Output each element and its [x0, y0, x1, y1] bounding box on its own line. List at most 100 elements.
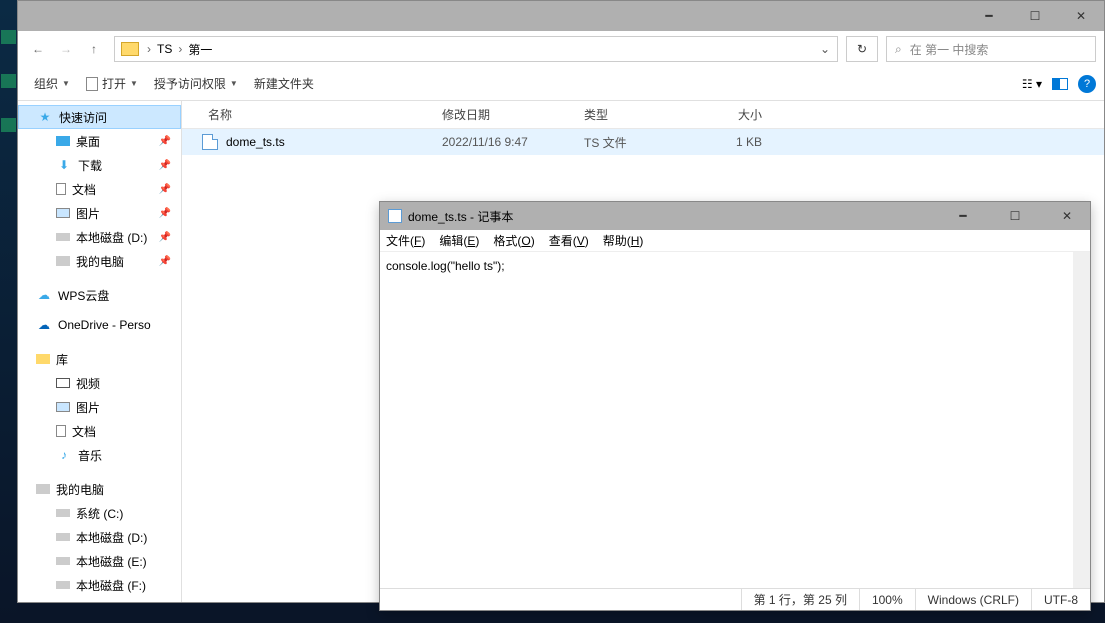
- sidebar-thispc[interactable]: 我的电脑: [18, 477, 181, 501]
- search-placeholder: 在 第一 中搜索: [910, 41, 989, 58]
- document-icon: [56, 425, 66, 437]
- column-header-row: 名称 修改日期 类型 大小: [182, 101, 1104, 129]
- pin-icon: 📌: [159, 160, 171, 171]
- status-eol: Windows (CRLF): [915, 589, 1031, 610]
- document-icon: [86, 77, 98, 91]
- folder-icon: [121, 42, 139, 56]
- col-name[interactable]: 名称: [182, 106, 442, 123]
- view-options-icon[interactable]: ☷ ▾: [1022, 77, 1042, 91]
- organize-menu[interactable]: 组织▼: [26, 75, 78, 92]
- status-zoom: 100%: [859, 589, 915, 610]
- sidebar-downloads[interactable]: ⬇下载📌: [18, 153, 181, 177]
- pc-icon: [36, 484, 50, 494]
- sidebar-lib-docs[interactable]: 文档: [18, 419, 181, 443]
- document-icon: [56, 183, 66, 195]
- pin-icon: 📌: [159, 232, 171, 243]
- sidebar-disk-d[interactable]: 本地磁盘 (D:)📌: [18, 225, 181, 249]
- open-menu[interactable]: 打开▼: [78, 75, 146, 92]
- minimize-button[interactable]: ━: [940, 201, 986, 231]
- sidebar-pictures[interactable]: 图片📌: [18, 201, 181, 225]
- preview-pane-icon[interactable]: [1052, 78, 1068, 90]
- sidebar-drive-f[interactable]: 本地磁盘 (F:): [18, 573, 181, 597]
- search-icon: ⌕: [895, 42, 902, 57]
- drive-icon: [56, 233, 70, 241]
- menu-edit[interactable]: 编辑(E): [439, 232, 479, 249]
- file-name: dome_ts.ts: [226, 135, 442, 149]
- sidebar: ★快速访问 桌面📌 ⬇下载📌 文档📌 图片📌 本地磁盘 (D:)📌 我的电脑📌 …: [18, 101, 182, 602]
- new-folder-button[interactable]: 新建文件夹: [246, 75, 322, 92]
- breadcrumb-first[interactable]: 第一: [184, 41, 216, 58]
- notepad-window: dome_ts.ts - 记事本 ━ ☐ ✕ 文件(F) 编辑(E) 格式(O)…: [379, 201, 1091, 611]
- address-dropdown[interactable]: ⌄: [813, 42, 837, 56]
- sidebar-quick-access[interactable]: ★快速访问: [18, 105, 181, 129]
- picture-icon: [56, 208, 70, 218]
- menu-file[interactable]: 文件(F): [386, 232, 425, 249]
- command-bar: 组织▼ 打开▼ 授予访问权限▼ 新建文件夹 ☷ ▾ ?: [18, 67, 1104, 101]
- notepad-titlebar[interactable]: dome_ts.ts - 记事本 ━ ☐ ✕: [380, 202, 1090, 230]
- desktop-edge: [0, 0, 17, 623]
- maximize-button[interactable]: ☐: [1012, 1, 1058, 31]
- pin-icon: 📌: [159, 136, 171, 147]
- desktop-icon: [56, 136, 70, 146]
- scrollbar[interactable]: [1073, 252, 1090, 588]
- video-icon: [56, 378, 70, 388]
- file-size: 1 KB: [702, 135, 762, 149]
- sidebar-lib-music[interactable]: ♪音乐: [18, 443, 181, 467]
- pin-icon: 📌: [159, 184, 171, 195]
- pc-icon: [56, 256, 70, 266]
- drive-icon: [56, 557, 70, 565]
- explorer-titlebar[interactable]: ━ ☐ ✕: [18, 1, 1104, 31]
- file-type: TS 文件: [584, 134, 702, 151]
- editor-content: console.log("hello ts");: [386, 259, 505, 273]
- sidebar-library[interactable]: 库: [18, 347, 181, 371]
- library-icon: [36, 354, 50, 364]
- sidebar-desktop[interactable]: 桌面📌: [18, 129, 181, 153]
- chevron-right-icon: ›: [176, 42, 184, 56]
- status-encoding: UTF-8: [1031, 589, 1090, 610]
- sidebar-drive-c[interactable]: 系统 (C:): [18, 501, 181, 525]
- col-date[interactable]: 修改日期: [442, 106, 584, 123]
- sidebar-wps[interactable]: ☁WPS云盘: [18, 283, 181, 307]
- back-button[interactable]: ←: [26, 37, 50, 61]
- menu-view[interactable]: 查看(V): [549, 232, 589, 249]
- cloud-icon: ☁: [36, 287, 52, 303]
- grant-access-menu[interactable]: 授予访问权限▼: [146, 75, 246, 92]
- help-icon[interactable]: ?: [1078, 75, 1096, 93]
- notepad-icon: [388, 209, 402, 223]
- refresh-button[interactable]: ↻: [846, 36, 878, 62]
- chevron-right-icon: ›: [145, 42, 153, 56]
- forward-button[interactable]: →: [54, 37, 78, 61]
- sidebar-documents[interactable]: 文档📌: [18, 177, 181, 201]
- maximize-button[interactable]: ☐: [992, 201, 1038, 231]
- status-position: 第 1 行，第 25 列: [741, 589, 859, 610]
- address-bar[interactable]: › TS › 第一 ⌄: [114, 36, 838, 62]
- notepad-title: dome_ts.ts - 记事本: [408, 208, 513, 225]
- close-button[interactable]: ✕: [1058, 1, 1104, 31]
- menu-format[interactable]: 格式(O): [493, 232, 534, 249]
- ts-file-icon: [202, 134, 218, 150]
- file-date: 2022/11/16 9:47: [442, 135, 584, 149]
- col-size[interactable]: 大小: [702, 106, 762, 123]
- pin-icon: 📌: [159, 256, 171, 267]
- up-button[interactable]: ↑: [82, 37, 106, 61]
- star-icon: ★: [37, 109, 53, 125]
- pin-icon: 📌: [159, 208, 171, 219]
- sidebar-thispc-quick[interactable]: 我的电脑📌: [18, 249, 181, 273]
- menu-help[interactable]: 帮助(H): [603, 232, 644, 249]
- nav-row: ← → ↑ › TS › 第一 ⌄ ↻ ⌕ 在 第一 中搜索: [18, 31, 1104, 67]
- music-icon: ♪: [56, 447, 72, 463]
- search-input[interactable]: ⌕ 在 第一 中搜索: [886, 36, 1096, 62]
- editor-area[interactable]: console.log("hello ts");: [380, 252, 1090, 588]
- table-row[interactable]: dome_ts.ts 2022/11/16 9:47 TS 文件 1 KB: [182, 129, 1104, 155]
- col-type[interactable]: 类型: [584, 106, 702, 123]
- sidebar-onedrive[interactable]: ☁OneDrive - Perso: [18, 313, 181, 337]
- status-bar: 第 1 行，第 25 列 100% Windows (CRLF) UTF-8: [380, 588, 1090, 610]
- sidebar-lib-pictures[interactable]: 图片: [18, 395, 181, 419]
- sidebar-drive-d[interactable]: 本地磁盘 (D:): [18, 525, 181, 549]
- drive-icon: [56, 533, 70, 541]
- close-button[interactable]: ✕: [1044, 201, 1090, 231]
- minimize-button[interactable]: ━: [966, 1, 1012, 31]
- sidebar-lib-video[interactable]: 视频: [18, 371, 181, 395]
- breadcrumb-ts[interactable]: TS: [153, 42, 176, 56]
- sidebar-drive-e[interactable]: 本地磁盘 (E:): [18, 549, 181, 573]
